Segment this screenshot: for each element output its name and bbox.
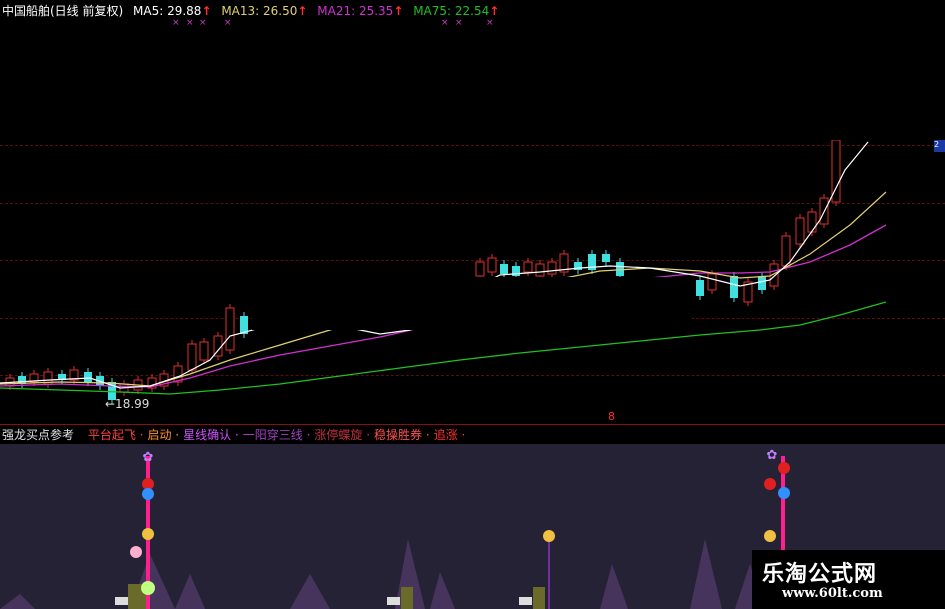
candle <box>696 280 704 296</box>
candle <box>199 341 209 361</box>
candle <box>616 262 624 276</box>
candle <box>547 261 557 275</box>
signal-ball-red <box>778 462 790 474</box>
candle <box>807 211 817 233</box>
candle <box>84 372 92 382</box>
indicator-label: 启动 · <box>147 428 180 442</box>
signal-gem <box>543 530 555 542</box>
candle <box>187 343 197 371</box>
stock-chart-window: 中国船舶(日线 前复权) MA5: 29.88↑ MA13: 26.50↑ MA… <box>0 0 945 609</box>
low-price-label: ←18.99 <box>105 397 150 411</box>
candle <box>707 273 717 291</box>
indicator-label: 追涨 · <box>433 428 466 442</box>
panel-divider <box>0 424 945 425</box>
mask-region <box>252 277 692 330</box>
signal-gem <box>130 546 142 558</box>
indicator-label: 一阳穿三线 · <box>242 428 311 442</box>
marker-label: 8 <box>608 410 615 423</box>
signal-gem <box>142 528 154 540</box>
indicator-label: 涨停蝶旋 · <box>314 428 371 442</box>
candle <box>225 307 235 351</box>
indicator-label: 稳操胜券 · <box>374 428 430 442</box>
signal-ball-red <box>764 478 776 490</box>
indicator-label: 平台起飞 · <box>87 428 144 442</box>
mask-region <box>534 0 945 140</box>
signal-ball-green <box>141 581 155 595</box>
lotus-icon: ✿ <box>767 448 778 463</box>
signal-gem <box>764 530 776 542</box>
signal-ball-blue <box>778 487 790 499</box>
candle <box>781 235 791 267</box>
candle <box>523 261 533 273</box>
candle <box>602 254 610 262</box>
indicator-label: 星线确认 · <box>183 428 239 442</box>
lotus-icon: ✿ <box>143 450 154 465</box>
candle <box>795 217 805 245</box>
candle <box>758 276 766 290</box>
signal-ball-blue <box>142 488 154 500</box>
candle <box>500 264 508 274</box>
candle <box>487 257 497 273</box>
candle <box>475 261 485 277</box>
watermark-name: 乐淘公式网 <box>762 562 878 587</box>
indicator-legend: 强龙买点参考 平台起飞 · 启动 · 星线确认 · 一阳穿三线 · 涨停蝶旋 · 稳操胜券… <box>2 426 473 443</box>
indicator-title: 强龙买点参考 <box>2 428 75 442</box>
ma5-line <box>0 141 869 389</box>
watermark: 乐淘公式网 www.60lt.com <box>752 550 945 609</box>
candle <box>535 263 545 277</box>
axis-tag: 2 <box>934 140 945 152</box>
candle <box>730 276 738 298</box>
watermark-url: www.60lt.com <box>782 586 883 601</box>
